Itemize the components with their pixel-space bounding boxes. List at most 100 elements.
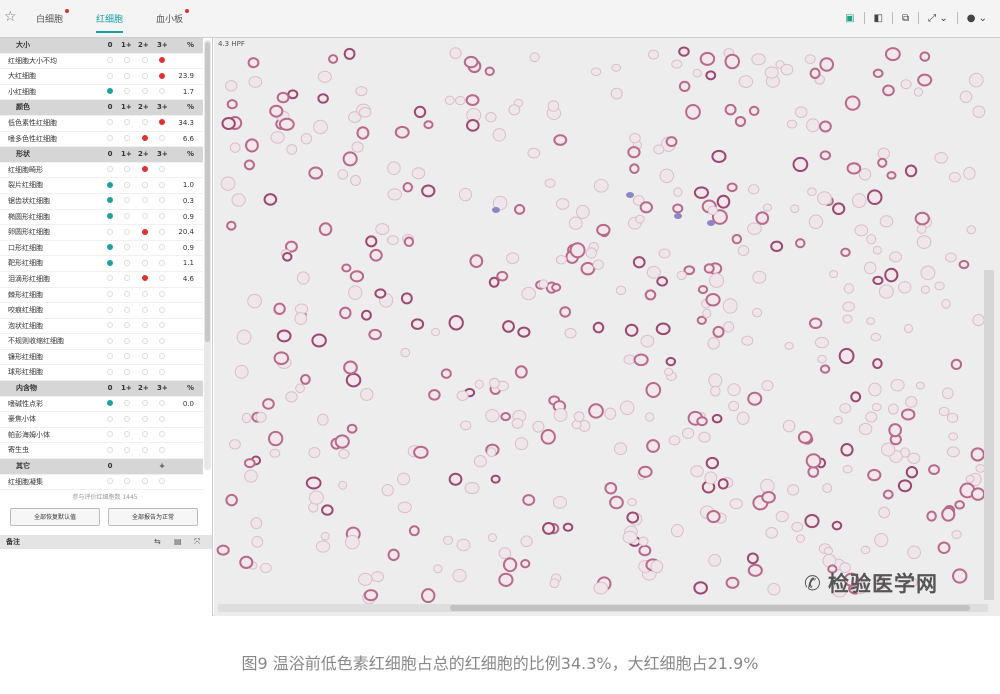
grade-radio[interactable]	[159, 275, 165, 282]
grade-radio[interactable]	[124, 415, 130, 422]
template-icon[interactable]: ⇆	[154, 535, 161, 549]
morphology-row[interactable]: 嗜多色性红细胞 6.6	[0, 132, 203, 148]
report-normal-button[interactable]: 全部报告为正常	[108, 508, 198, 526]
grade-radio[interactable]	[142, 88, 148, 95]
morphology-row[interactable]: 不规则收缩红细胞	[0, 334, 203, 350]
grade-radio[interactable]	[124, 213, 130, 220]
morphology-row[interactable]: 红细胞大小不均	[0, 54, 203, 70]
grade-radio[interactable]	[142, 306, 148, 313]
morphology-row[interactable]: 球形红细胞	[0, 365, 203, 382]
grade-radio[interactable]	[124, 322, 130, 329]
grade-radio[interactable]	[159, 166, 165, 173]
morphology-row[interactable]: 裂片红细胞 1.0	[0, 178, 203, 194]
grade-radio[interactable]	[159, 337, 165, 344]
grade-radio[interactable]	[159, 57, 165, 64]
viewer-hscrollbar[interactable]	[218, 604, 988, 612]
grade-radio[interactable]	[159, 431, 165, 438]
tab-rbc[interactable]: 红细胞	[96, 12, 124, 33]
grade-radio[interactable]	[107, 353, 113, 360]
grade-radio[interactable]	[142, 415, 148, 422]
star-icon[interactable]: ☆	[4, 9, 17, 25]
morphology-row[interactable]: 口形红细胞 0.9	[0, 241, 203, 257]
grade-radio[interactable]	[107, 57, 113, 64]
split-icon[interactable]: ⧉	[897, 13, 914, 24]
grade-radio[interactable]	[142, 431, 148, 438]
morphology-row[interactable]: 靶形红细胞 1.1	[0, 256, 203, 272]
grade-radio[interactable]	[159, 291, 165, 297]
grade-radio[interactable]	[107, 368, 113, 375]
morphology-row[interactable]: 红细胞凝集	[0, 475, 203, 490]
grade-radio[interactable]	[142, 57, 148, 64]
grade-radio[interactable]	[124, 181, 130, 188]
grade-radio[interactable]	[142, 244, 148, 251]
grade-radio[interactable]	[107, 166, 113, 173]
grade-radio[interactable]	[142, 181, 148, 188]
morphology-row[interactable]: 寄生虫	[0, 443, 203, 460]
grade-radio[interactable]	[124, 291, 130, 297]
grade-radio[interactable]	[107, 181, 113, 188]
grade-radio[interactable]	[159, 368, 165, 375]
grade-radio[interactable]	[159, 197, 165, 204]
grade-radio[interactable]	[159, 119, 165, 126]
grade-radio[interactable]	[159, 353, 165, 360]
morphology-row[interactable]: 卵圆形红细胞 20.4	[0, 225, 203, 241]
grade-radio[interactable]	[107, 291, 113, 297]
grade-radio[interactable]	[107, 119, 113, 126]
morphology-row[interactable]: 咬痕红细胞	[0, 303, 203, 319]
grade-radio[interactable]	[124, 275, 130, 282]
grade-radio[interactable]	[107, 259, 113, 266]
grade-radio[interactable]	[159, 72, 165, 79]
grade-radio[interactable]	[142, 446, 148, 453]
grade-radio[interactable]	[124, 337, 130, 344]
grade-radio[interactable]	[142, 197, 148, 204]
grade-radio[interactable]	[124, 135, 130, 142]
grade-radio[interactable]	[159, 228, 165, 235]
grade-radio[interactable]	[107, 400, 113, 407]
smear-image-viewer[interactable]: 4.3 HPF ✆ 检验医学网	[214, 38, 1000, 616]
grade-radio[interactable]	[142, 368, 148, 375]
grade-radio[interactable]	[124, 244, 130, 251]
grade-radio[interactable]	[142, 213, 148, 220]
grade-radio[interactable]	[107, 197, 113, 204]
grade-radio[interactable]	[107, 88, 113, 95]
grade-radio[interactable]	[159, 306, 165, 313]
morphology-row[interactable]: 锯齿状红细胞 0.3	[0, 194, 203, 210]
viewer-vscrollbar[interactable]	[984, 270, 994, 600]
morphology-row[interactable]: 小红细胞 1.7	[0, 85, 203, 101]
grade-radio[interactable]	[159, 400, 165, 407]
morphology-row[interactable]: 低色素性红细胞 34.3	[0, 116, 203, 132]
grade-radio[interactable]	[124, 306, 130, 313]
copy-icon[interactable]: ▤	[174, 535, 182, 549]
fullscreen-icon[interactable]: ⤧	[194, 535, 200, 549]
tab-wbc[interactable]: 白细胞	[36, 9, 70, 31]
morphology-row[interactable]: 泪滴形红细胞 4.6	[0, 272, 203, 288]
reset-default-button[interactable]: 全部恢复默认值	[10, 508, 100, 526]
grade-radio[interactable]	[142, 322, 148, 329]
grade-radio[interactable]	[107, 213, 113, 220]
grade-radio[interactable]	[107, 306, 113, 313]
grade-radio[interactable]	[142, 259, 148, 266]
grade-radio[interactable]	[107, 135, 113, 142]
grade-radio[interactable]	[107, 228, 113, 235]
grade-radio[interactable]	[124, 166, 130, 173]
morphology-row[interactable]: 嗜碱性点彩 0.0	[0, 397, 203, 413]
grade-radio[interactable]	[159, 181, 165, 188]
pin-icon[interactable]: ● ⌄	[962, 13, 992, 24]
grade-radio[interactable]	[107, 72, 113, 79]
morphology-row[interactable]: 棘形红细胞	[0, 288, 203, 304]
morphology-row[interactable]: 大红细胞 23.9	[0, 69, 203, 85]
grade-radio[interactable]	[159, 446, 165, 453]
expand-icon[interactable]: ⤢ ⌄	[923, 13, 953, 24]
morphology-row[interactable]: 椭圆形红细胞 0.9	[0, 210, 203, 226]
grade-radio[interactable]	[107, 337, 113, 344]
grade-radio[interactable]	[159, 478, 165, 485]
grade-radio[interactable]	[142, 119, 148, 126]
grade-radio[interactable]	[124, 259, 130, 266]
grade-radio[interactable]	[124, 72, 130, 79]
grade-radio[interactable]	[107, 322, 113, 329]
morphology-row[interactable]: 豪焦小体	[0, 412, 203, 428]
grade-radio[interactable]	[124, 119, 130, 126]
grade-radio[interactable]	[107, 275, 113, 282]
grade-radio[interactable]	[107, 244, 113, 251]
grade-radio[interactable]	[142, 275, 148, 282]
